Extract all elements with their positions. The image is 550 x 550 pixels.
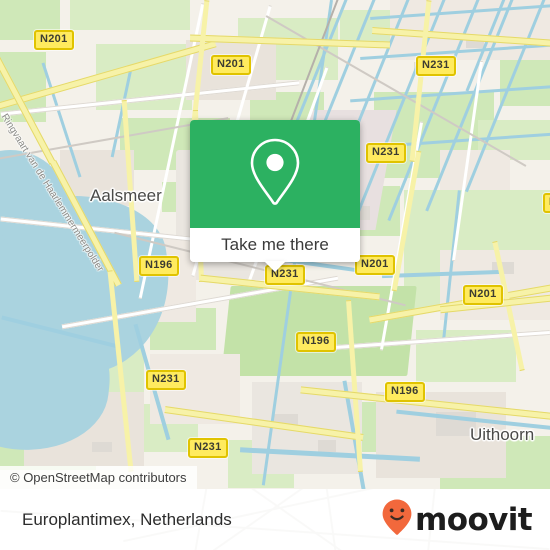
road-shield: N231 <box>416 56 456 76</box>
place-label-aalsmeer: Aalsmeer <box>90 186 162 205</box>
road-shield: N201 <box>34 30 74 50</box>
location-title: Europlantimex, Netherlands <box>22 509 232 529</box>
card-header <box>190 120 360 228</box>
card-footer[interactable]: Take me there <box>190 228 360 262</box>
map-canvas[interactable]: Ringvaart van de Haarlemmermeerpolder Bo… <box>0 0 550 489</box>
moovit-location-screenshot: Ringvaart van de Haarlemmermeerpolder Bo… <box>0 0 550 550</box>
take-me-there-label: Take me there <box>221 235 329 254</box>
moovit-logo[interactable]: moovit <box>381 498 533 541</box>
location-popup-card[interactable]: Take me there <box>190 120 360 272</box>
map-pin-icon <box>247 136 303 213</box>
road-shield: N201 <box>211 55 251 75</box>
road-shield: N231 <box>543 193 550 213</box>
moovit-wordmark: moovit <box>415 501 533 538</box>
card-pointer-tail <box>264 261 286 272</box>
road-shield: N201 <box>463 285 503 305</box>
road-shield: N196 <box>139 256 179 276</box>
osm-attribution[interactable]: © OpenStreetMap contributors <box>0 466 197 489</box>
road-shield: N201 <box>355 255 395 275</box>
moovit-pin-smiley-icon <box>381 498 413 541</box>
road-shield: N231 <box>146 370 186 390</box>
road-shield: N231 <box>366 143 406 163</box>
road-shield: N231 <box>188 438 228 458</box>
road-shield: N196 <box>385 382 425 402</box>
road-shield: N196 <box>296 332 336 352</box>
place-label-uithoorn: Uithoorn <box>470 425 535 444</box>
page-footer: Europlantimex, Netherlands moovit <box>0 489 550 550</box>
